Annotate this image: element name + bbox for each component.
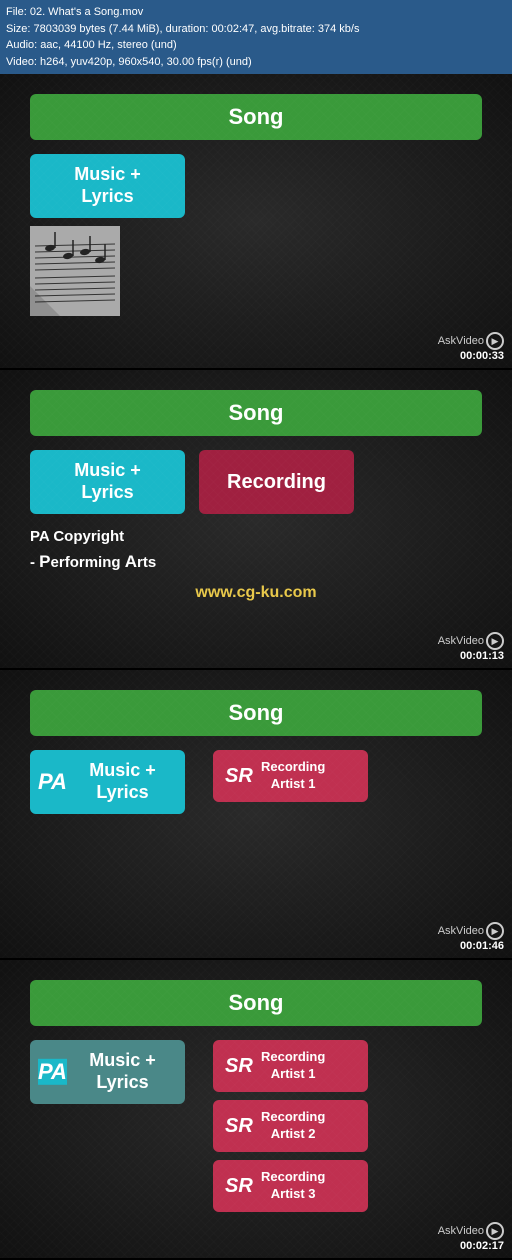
recording-sr-button-3[interactable]: SR RecordingArtist 1 (213, 750, 368, 802)
pa-badge-4: PA (38, 1059, 67, 1085)
pa-copyright-line2: - Performing Arts (30, 549, 482, 575)
sr-recording-text-4-3: RecordingArtist 3 (261, 1169, 325, 1203)
song-button-3[interactable]: Song (30, 690, 482, 736)
askvideo-icon-2: ▶ (486, 632, 504, 650)
music-lyrics-button-3[interactable]: PA Music +Lyrics (30, 750, 185, 814)
recording-button-2[interactable]: Recording (199, 450, 354, 514)
recording-sr-button-4-3[interactable]: SR RecordingArtist 3 (213, 1160, 368, 1212)
recording-sr-button-4-2[interactable]: SR RecordingArtist 2 (213, 1100, 368, 1152)
askvideo-text-3: AskVideo (438, 925, 484, 937)
pa-copyright-line1: PA Copyright (30, 526, 482, 549)
info-line-1: File: 02. What's a Song.mov (6, 4, 506, 21)
askvideo-logo-3: AskVideo ▶ (438, 922, 504, 940)
recording-sr-button-4-1[interactable]: SR RecordingArtist 1 (213, 1040, 368, 1092)
sr-badge-4-3: SR (225, 1175, 253, 1198)
sr-recording-text-4-1: RecordingArtist 1 (261, 1049, 325, 1083)
panel-1: Song Music +Lyrics (0, 74, 512, 370)
askvideo-icon-3: ▶ (486, 922, 504, 940)
timestamp-4: 00:02:17 (460, 1240, 504, 1252)
sr-badge-3: SR (225, 765, 253, 788)
info-line-3: Audio: aac, 44100 Hz, stereo (und) (6, 37, 506, 54)
music-lyrics-button-4[interactable]: PA Music +Lyrics (30, 1040, 185, 1104)
info-bar: File: 02. What's a Song.mov Size: 780303… (0, 0, 512, 74)
performing-bold-a: A (125, 552, 137, 571)
askvideo-logo-1: AskVideo ▶ (438, 332, 504, 350)
panel-3: Song PA Music +Lyrics SR RecordingArtist… (0, 670, 512, 960)
performing-bold-p: P (39, 552, 50, 571)
sr-recording-text-4-2: RecordingArtist 2 (261, 1109, 325, 1143)
askvideo-text-2: AskVideo (438, 635, 484, 647)
sheet-music-svg (30, 226, 120, 316)
askvideo-icon-1: ▶ (486, 332, 504, 350)
info-line-4: Video: h264, yuv420p, 960x540, 30.00 fps… (6, 54, 506, 71)
sr-recording-text-3: RecordingArtist 1 (261, 759, 325, 793)
askvideo-text-4: AskVideo (438, 1225, 484, 1237)
panel-2: Song Music +Lyrics Recording PA Copyrigh… (0, 370, 512, 670)
askvideo-text-1: AskVideo (438, 335, 484, 347)
song-button-4[interactable]: Song (30, 980, 482, 1026)
song-button-1[interactable]: Song (30, 94, 482, 140)
sr-badge-4-2: SR (225, 1115, 253, 1138)
watermark: www.cg-ku.com (30, 584, 482, 602)
timestamp-3: 00:01:46 (460, 940, 504, 952)
pa-copyright-text-1: PA Copyright (30, 528, 124, 545)
song-button-2[interactable]: Song (30, 390, 482, 436)
pa-copyright: PA Copyright - Performing Arts (30, 526, 482, 574)
info-line-2: Size: 7803039 bytes (7.44 MiB), duration… (6, 21, 506, 38)
sr-badge-4-1: SR (225, 1055, 253, 1078)
askvideo-icon-4: ▶ (486, 1222, 504, 1240)
music-lyrics-button-2[interactable]: Music +Lyrics (30, 450, 185, 514)
panel-4: Song PA Music +Lyrics SR RecordingArtist… (0, 960, 512, 1260)
askvideo-logo-2: AskVideo ▶ (438, 632, 504, 650)
pa-badge-3: PA (38, 769, 67, 795)
music-lyrics-button-1[interactable]: Music +Lyrics (30, 154, 185, 218)
askvideo-logo-4: AskVideo ▶ (438, 1222, 504, 1240)
timestamp-2: 00:01:13 (460, 650, 504, 662)
sheet-music-image (30, 226, 120, 316)
timestamp-1: 00:00:33 (460, 350, 504, 362)
